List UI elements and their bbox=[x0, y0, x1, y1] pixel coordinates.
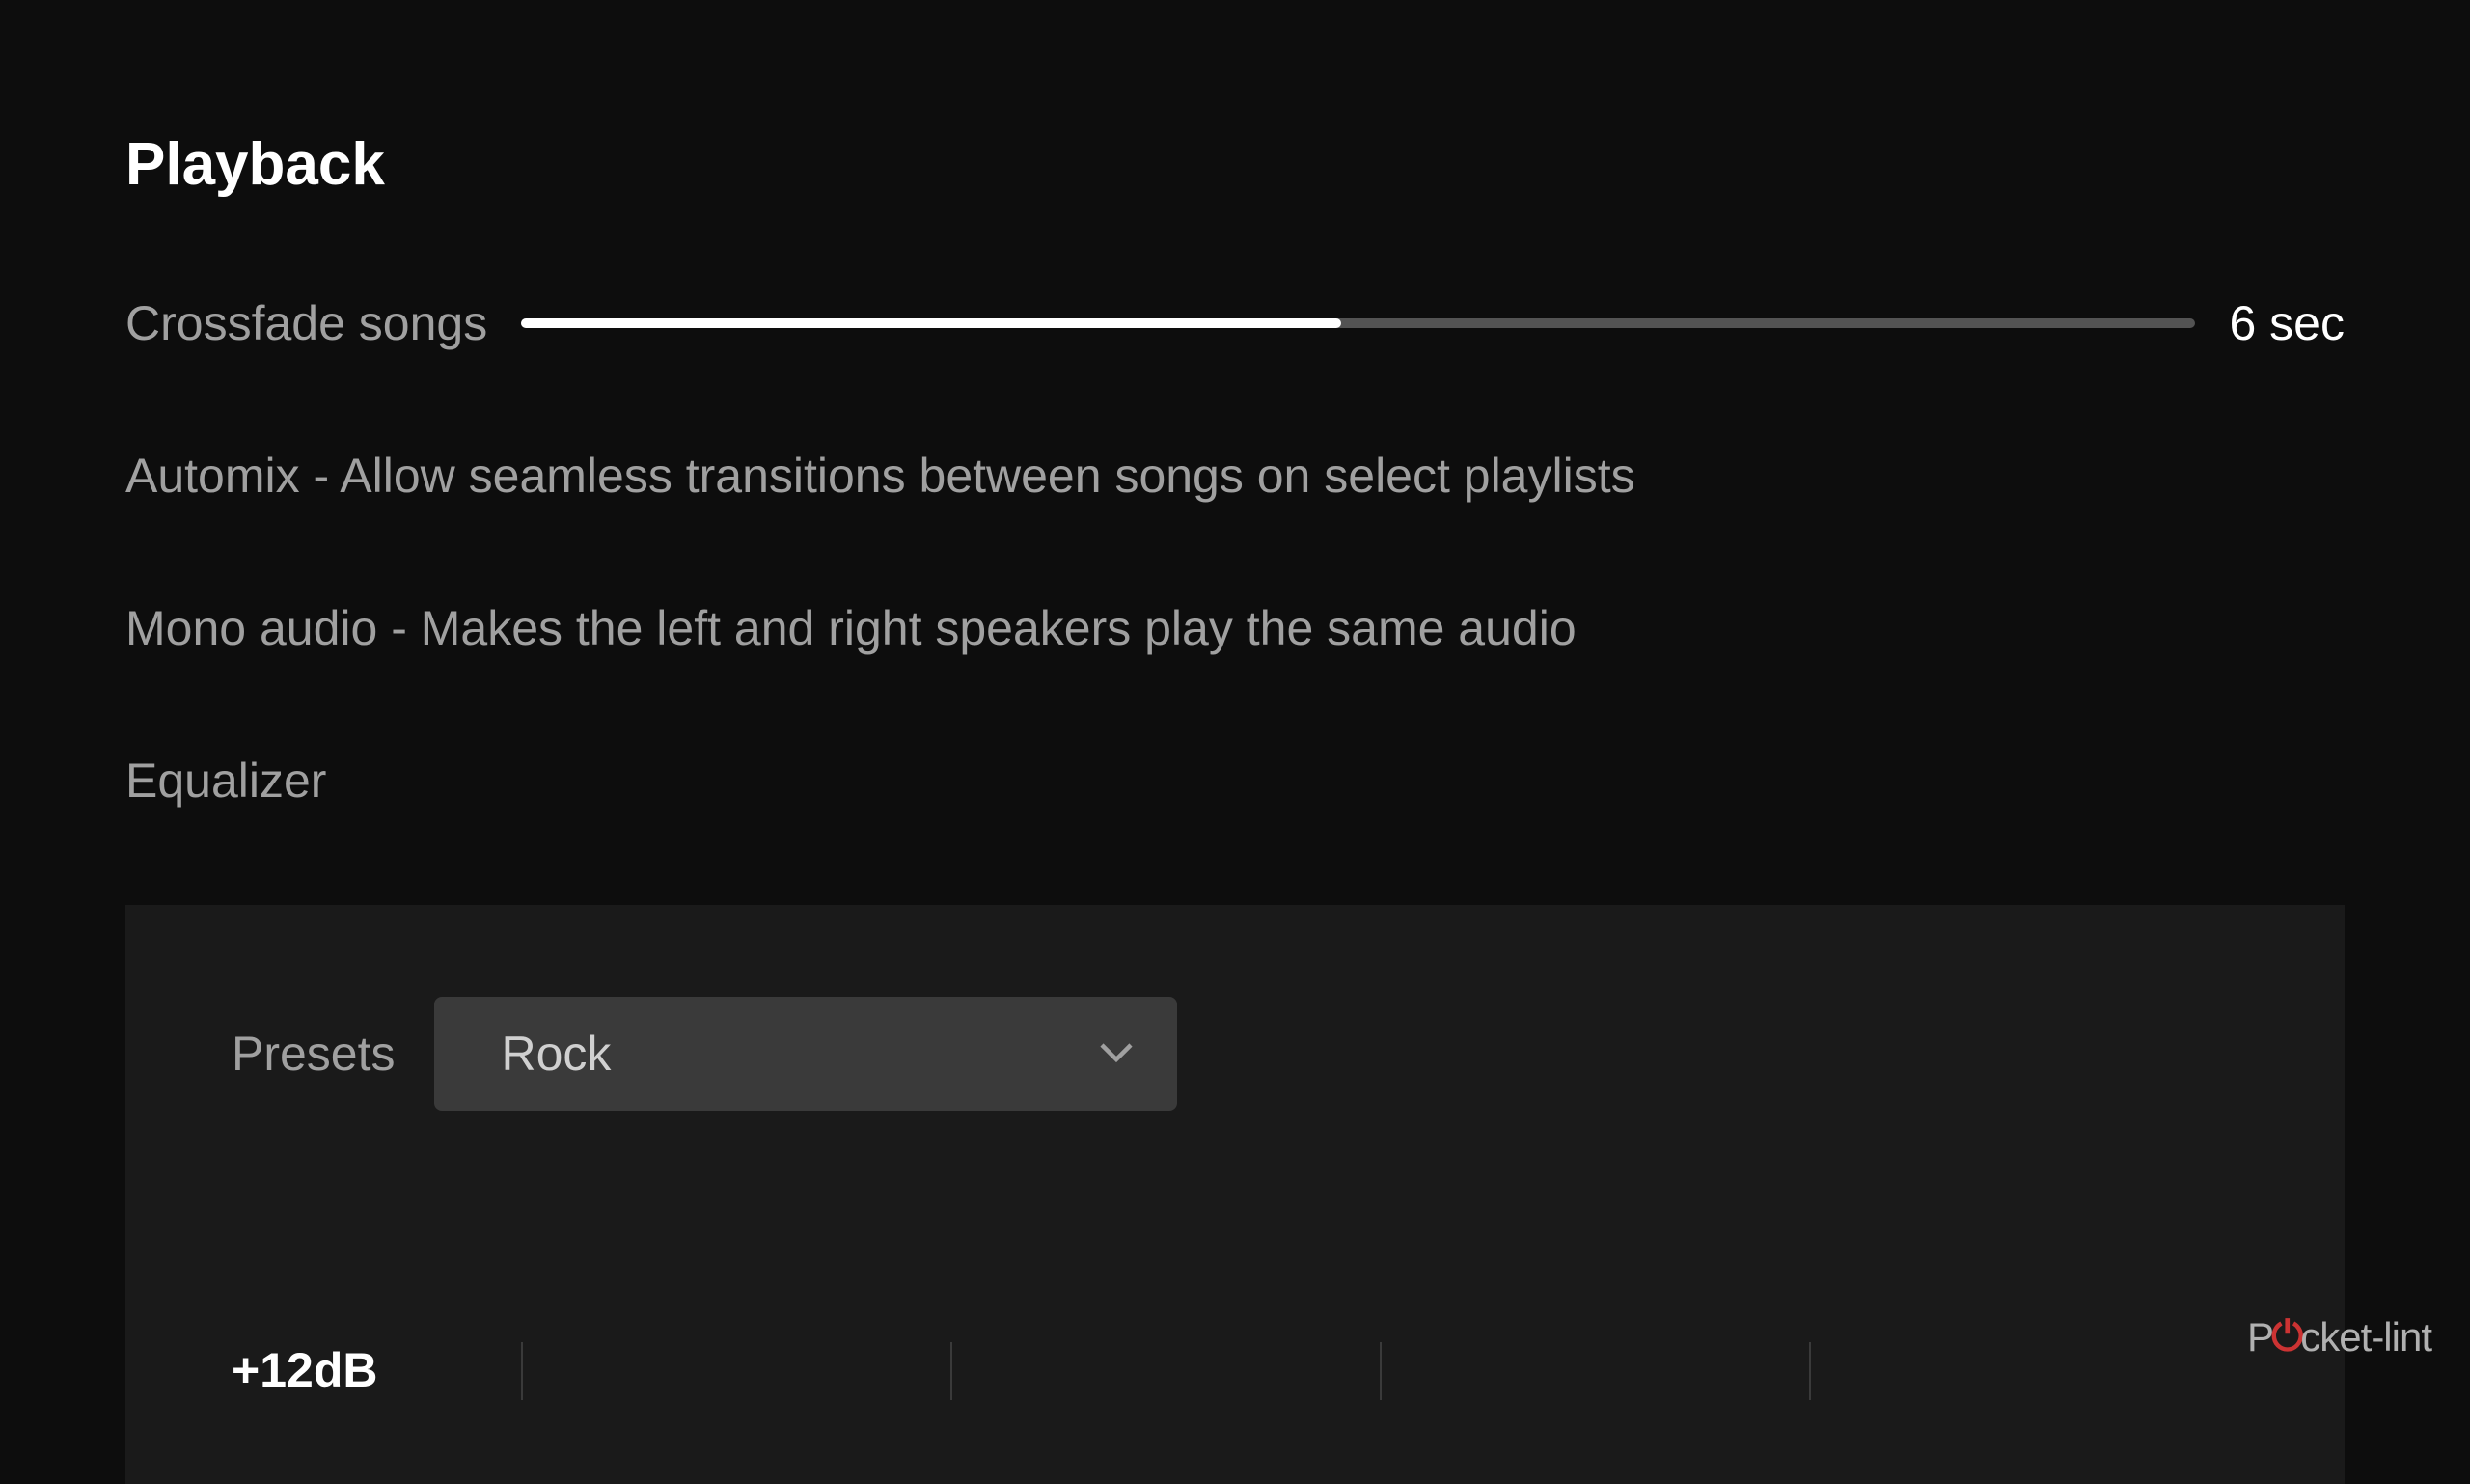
crossfade-slider-fill bbox=[521, 318, 1341, 328]
eq-grid bbox=[521, 1342, 2238, 1400]
eq-grid-line bbox=[1809, 1342, 2238, 1400]
presets-label: Presets bbox=[232, 1026, 396, 1082]
automix-setting: Automix - Allow seamless transitions bet… bbox=[125, 448, 2345, 504]
power-icon: ⏻ bbox=[2271, 1313, 2302, 1360]
section-title: Playback bbox=[125, 130, 2345, 199]
presets-selected-value: Rock bbox=[502, 1026, 612, 1082]
crossfade-setting: Crossfade songs 6 sec bbox=[125, 295, 2345, 351]
watermark-part2: cket-lint bbox=[2300, 1314, 2431, 1360]
watermark: P ⏻ cket-lint bbox=[2247, 1313, 2431, 1360]
crossfade-label: Crossfade songs bbox=[125, 295, 487, 351]
equalizer-label: Equalizer bbox=[125, 753, 2345, 809]
eq-grid-line bbox=[1380, 1342, 1809, 1400]
eq-grid-line bbox=[521, 1342, 950, 1400]
crossfade-slider[interactable] bbox=[521, 318, 2195, 328]
presets-row: Presets Rock bbox=[232, 997, 2238, 1111]
eq-grid-line bbox=[950, 1342, 1380, 1400]
eq-db-label: +12dB bbox=[232, 1342, 521, 1398]
crossfade-value: 6 sec bbox=[2229, 295, 2345, 351]
equalizer-panel: Presets Rock +12dB bbox=[125, 905, 2345, 1484]
chevron-down-icon bbox=[1099, 1036, 1134, 1071]
equalizer-scale: +12dB bbox=[232, 1342, 2238, 1400]
mono-audio-setting: Mono audio - Makes the left and right sp… bbox=[125, 600, 2345, 656]
presets-dropdown[interactable]: Rock bbox=[434, 997, 1177, 1111]
watermark-part1: P bbox=[2247, 1314, 2273, 1360]
